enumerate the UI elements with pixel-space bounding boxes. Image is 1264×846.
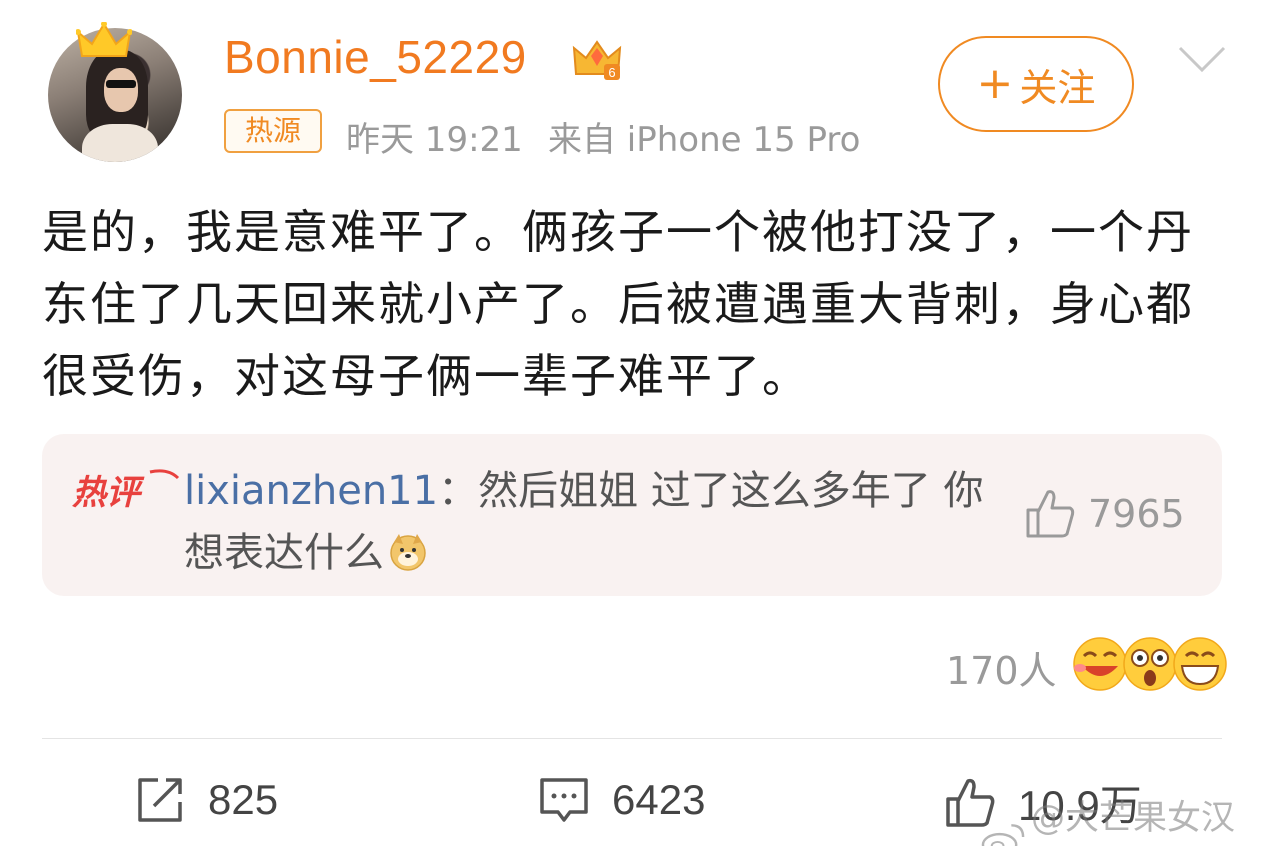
hot-comment-like-count: 7965 (1088, 492, 1185, 536)
watermark: @大芒果女汉子 (980, 790, 1264, 846)
post-content: 是的，我是意难平了。俩孩子一个被他打没了，一个丹东住了几天回来就小产了。后被遭遇… (42, 205, 1194, 403)
hot-comment-like[interactable]: 7965 (1022, 486, 1185, 542)
follow-label: 关注 (1019, 65, 1096, 110)
thumbs-up-icon (1026, 490, 1075, 538)
post-time: 昨天 19:21 (346, 120, 523, 160)
avatar[interactable] (42, 22, 184, 164)
username[interactable]: Bonnie_52229 (224, 30, 527, 84)
hot-comment-user[interactable]: lixianzhen11 (184, 468, 438, 514)
vip-crown-icon[interactable]: 6 (572, 36, 622, 82)
shocked-emoji-icon (1123, 637, 1177, 691)
weibo-post: Bonnie_52229 6 热源 昨天 19:21 来自 iPhone 15 … (0, 0, 1264, 846)
laugh-tears-emoji-icon (1073, 637, 1127, 691)
hot-comment-text: lixianzhen11：然后姐姐 过了这么多年了 你想表达什么 (184, 460, 1004, 584)
reaction-count[interactable]: 170人 (946, 640, 1057, 695)
svg-text:6: 6 (608, 65, 615, 80)
hot-comment-tag: 热评 (72, 469, 180, 513)
reaction-emojis[interactable] (1070, 636, 1230, 692)
watermark-text: @大芒果女汉子 (1031, 798, 1235, 838)
chevron-down-icon[interactable] (1176, 42, 1228, 76)
weibo-logo-icon (981, 824, 1025, 846)
divider (42, 738, 1222, 739)
comment-icon (540, 778, 588, 822)
hot-source-badge: 热源 (224, 109, 322, 153)
comment-count: 6423 (612, 776, 706, 823)
post-source: 来自 iPhone 15 Pro (548, 120, 861, 160)
follow-button[interactable]: + 关注 (938, 36, 1134, 132)
repost-count: 825 (208, 776, 279, 823)
plus-icon: + (976, 58, 1014, 109)
crown-icon (76, 22, 132, 57)
svg-text:热评: 热评 (72, 473, 145, 513)
repost-button[interactable]: 825 (132, 772, 278, 828)
grin-emoji-icon (1173, 637, 1227, 691)
hot-comment-card[interactable]: 热评 lixianzhen11：然后姐姐 过了这么多年了 你想表达什么 7965 (42, 434, 1222, 596)
doge-emoji-icon (390, 534, 426, 571)
comment-button[interactable]: 6423 (536, 772, 705, 828)
repost-icon (138, 778, 182, 822)
hot-comment-separator: ： (438, 468, 479, 514)
